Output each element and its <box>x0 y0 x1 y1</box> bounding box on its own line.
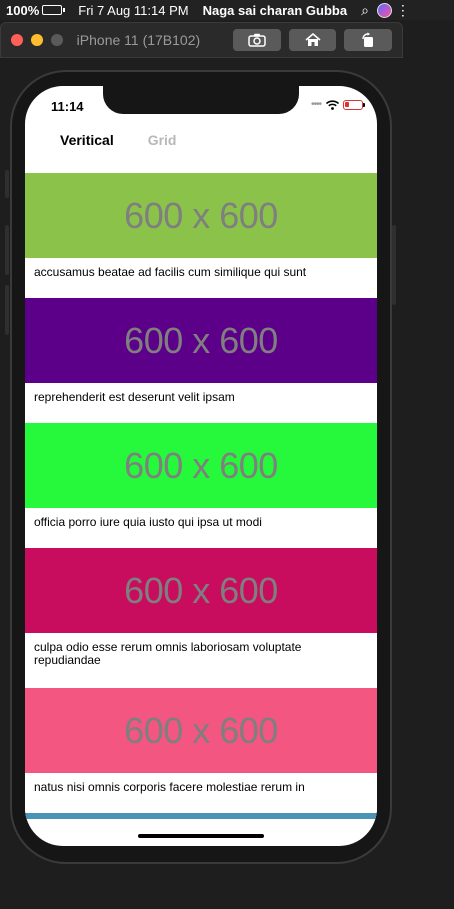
battery-charging-icon[interactable] <box>42 5 66 15</box>
mute-switch <box>5 170 9 198</box>
placeholder-image[interactable]: 600 x 600 <box>25 298 377 383</box>
signal-icon: •••• <box>310 99 322 110</box>
rotate-icon <box>362 32 374 47</box>
control-center-icon[interactable]: ⋮ <box>396 2 410 19</box>
list-item[interactable]: 600 x 600 officia porro iure quia iusto … <box>25 423 377 548</box>
next-item-peek[interactable] <box>25 813 377 819</box>
item-caption: culpa odio esse rerum omnis laboriosam v… <box>25 633 377 688</box>
tab-vertical[interactable]: Veritical <box>60 130 114 160</box>
notch <box>103 86 299 114</box>
menu-clock[interactable]: Fri 7 Aug 11:14 PM <box>78 3 188 18</box>
placeholder-image[interactable]: 600 x 600 <box>25 423 377 508</box>
user-name[interactable]: Naga sai charan Gubba <box>203 3 348 18</box>
home-icon <box>305 33 321 46</box>
placeholder-image[interactable]: 600 x 600 <box>25 173 377 258</box>
list-item[interactable]: 600 x 600 natus nisi omnis corporis face… <box>25 688 377 813</box>
battery-percentage: 100% <box>6 2 40 18</box>
volume-up-button <box>5 225 9 275</box>
screenshot-button[interactable] <box>233 29 281 51</box>
placeholder-image[interactable]: 600 x 600 <box>25 688 377 773</box>
simulator-title: iPhone 11 (17B102) <box>76 32 201 48</box>
phone-screen: 11:14 •••• Veritical Grid 600 x 600 accu… <box>25 86 377 846</box>
item-caption: officia porro iure quia iusto qui ipsa u… <box>25 508 377 548</box>
list-item[interactable]: 600 x 600 reprehenderit est deserunt vel… <box>25 298 377 423</box>
macos-menu-bar: 100% Fri 7 Aug 11:14 PM Naga sai charan … <box>0 0 454 20</box>
placeholder-image[interactable]: 600 x 600 <box>25 548 377 633</box>
siri-icon[interactable] <box>376 2 392 18</box>
tab-bar: Veritical Grid <box>25 130 377 160</box>
status-icons: •••• <box>310 99 365 110</box>
home-indicator[interactable] <box>138 834 264 838</box>
camera-icon <box>248 33 266 47</box>
spotlight-search-icon[interactable]: ⌕ <box>361 2 369 19</box>
minimize-window-button[interactable] <box>30 34 43 46</box>
close-window-button[interactable] <box>11 34 23 46</box>
zoom-window-button[interactable] <box>50 34 63 46</box>
item-caption: reprehenderit est deserunt velit ipsam <box>25 383 377 423</box>
volume-down-button <box>5 285 9 335</box>
photo-feed[interactable]: 600 x 600 accusamus beatae ad facilis cu… <box>25 173 377 819</box>
list-item[interactable]: 600 x 600 culpa odio esse rerum omnis la… <box>25 548 377 688</box>
simulator-toolbar: iPhone 11 (17B102) <box>0 22 403 58</box>
side-power-button <box>392 225 396 305</box>
item-caption: accusamus beatae ad facilis cum similiqu… <box>25 258 377 298</box>
list-item[interactable]: 600 x 600 accusamus beatae ad facilis cu… <box>25 173 377 298</box>
item-caption: natus nisi omnis corporis facere molesti… <box>25 773 377 813</box>
home-button[interactable] <box>288 29 337 51</box>
status-time: 11:14 <box>51 99 84 114</box>
wifi-icon <box>326 99 339 110</box>
tab-grid[interactable]: Grid <box>148 130 177 160</box>
rotate-button[interactable] <box>344 29 392 51</box>
battery-icon <box>343 99 365 110</box>
